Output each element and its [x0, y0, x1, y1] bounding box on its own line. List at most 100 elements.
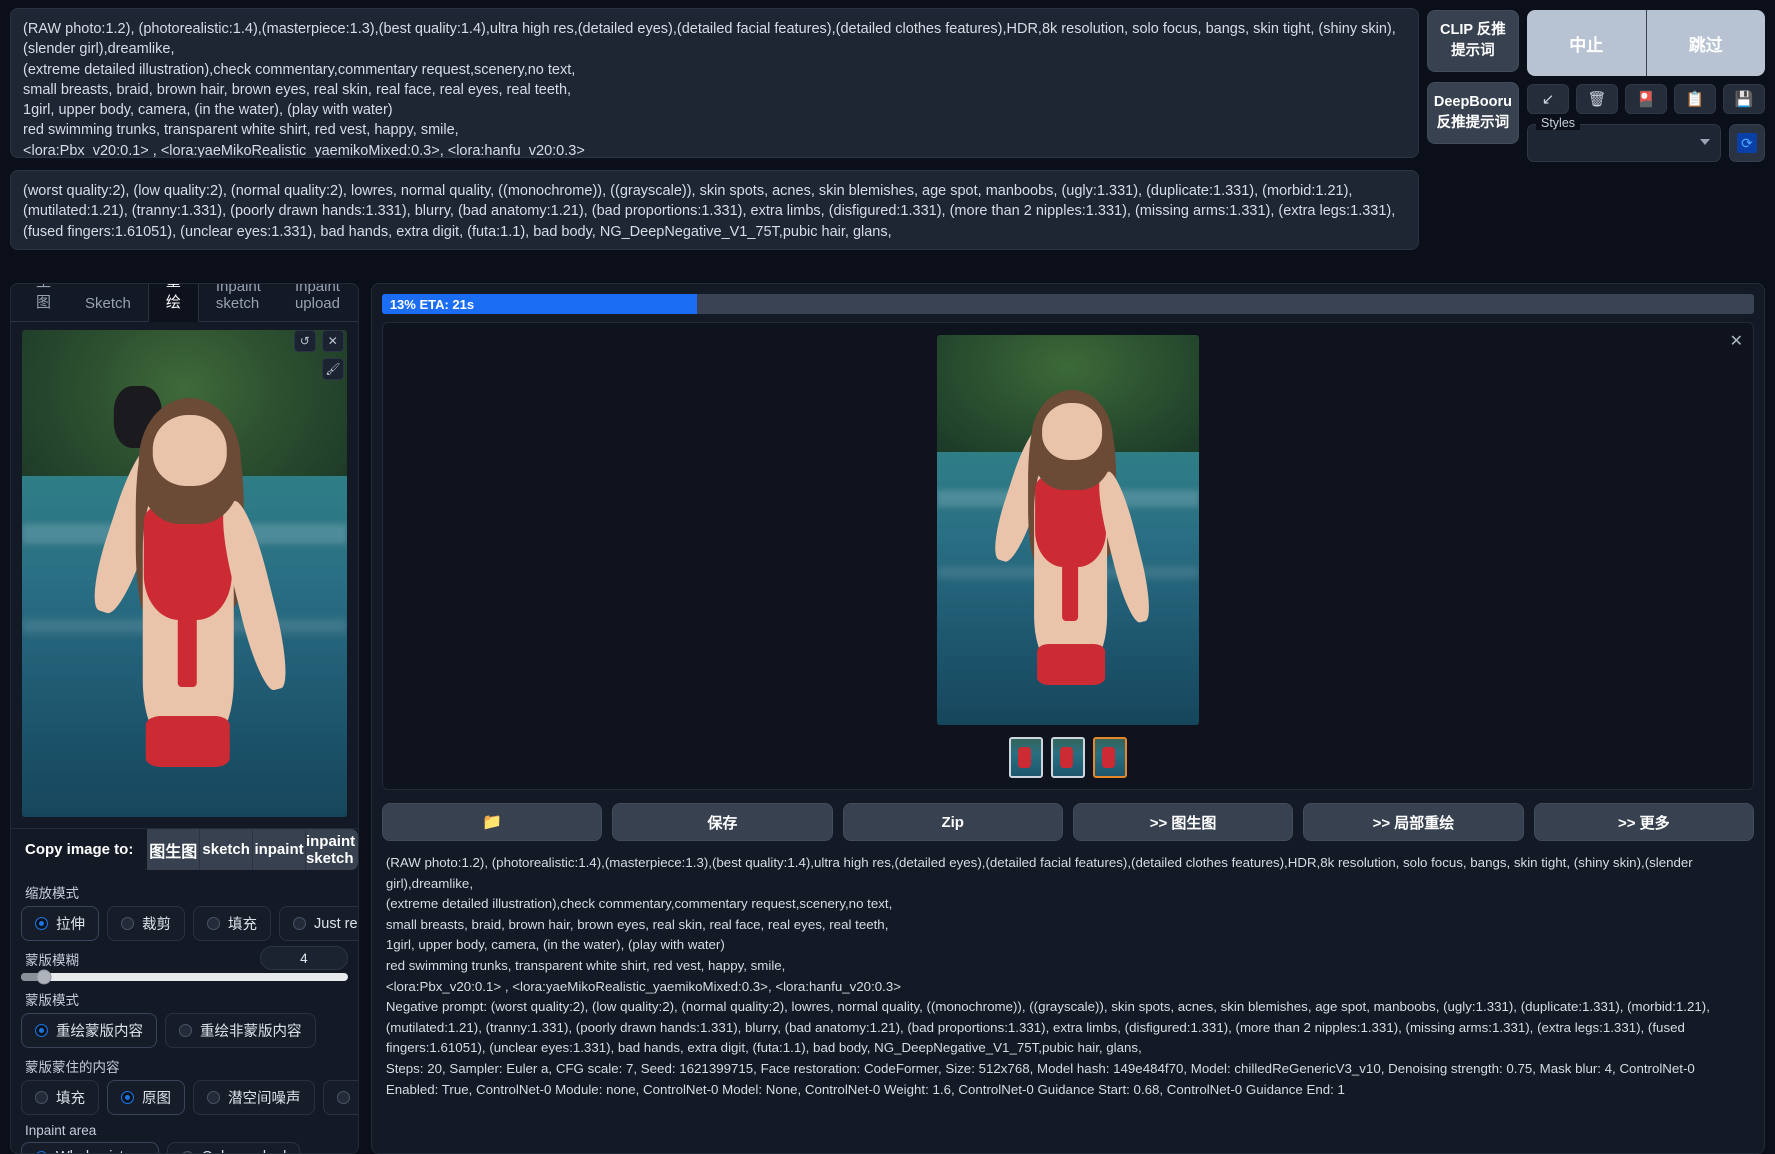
- inpaint-canvas-area[interactable]: ↺ ✕ 🖌: [11, 322, 358, 822]
- thumbnail-preview: [1017, 747, 1031, 768]
- folder-icon: 📁: [482, 814, 502, 831]
- radio-dot-icon: [207, 1091, 220, 1104]
- thumbnail-3[interactable]: [1092, 737, 1127, 778]
- result-image-box: ✕: [381, 322, 1754, 790]
- mask-blur-input[interactable]: 4: [259, 946, 348, 970]
- radio-dot-icon: [35, 1091, 48, 1104]
- deepbooru-interrogate-button[interactable]: DeepBooru 反推提示词: [1426, 82, 1519, 144]
- resize-mode-fill[interactable]: 填充: [193, 906, 271, 941]
- source-image[interactable]: [21, 330, 347, 817]
- resize-mode-latent-upscale[interactable]: Just resize (latent upscale): [279, 906, 358, 941]
- radio-dot-icon: [121, 917, 134, 930]
- masked-content-original-label: 原图: [142, 1091, 171, 1107]
- negative-prompt-textarea[interactable]: (worst quality:2), (low quality:2), (nor…: [10, 170, 1419, 250]
- figure-tie: [1062, 547, 1078, 621]
- resize-mode-crop[interactable]: 裁剪: [107, 906, 185, 941]
- masked-content-original[interactable]: 原图: [107, 1080, 185, 1115]
- figure-head: [152, 414, 227, 487]
- clipboard-icon[interactable]: 📋: [1674, 84, 1716, 114]
- resize-mode-latent-upscale-label: Just resize (latent upscale): [314, 915, 358, 932]
- positive-prompt-textarea[interactable]: (RAW photo:1.2), (photorealistic:1.4),(m…: [10, 8, 1419, 158]
- tab-sketch[interactable]: Sketch: [68, 287, 148, 321]
- progress-bar-fill: 13% ETA: 21s: [381, 294, 698, 314]
- stable-diffusion-webui: (RAW photo:1.2), (photorealistic:1.4),(m…: [0, 0, 1775, 1154]
- mask-mode-inpaint-not-masked[interactable]: 重绘非蒙版内容: [165, 1013, 316, 1048]
- masked-content-latent-nothing[interactable]: 潜空间数值零: [322, 1080, 359, 1115]
- send-to-img2img-button[interactable]: >> 图生图: [1072, 803, 1294, 841]
- tab-img2img[interactable]: 图生图: [19, 284, 68, 321]
- copy-to-img2img-button[interactable]: 图生图: [147, 829, 201, 870]
- refresh-styles-button[interactable]: ⟳: [1729, 124, 1765, 162]
- masked-content-group: 蒙版蒙住的内容 填充 原图 潜空间噪声: [21, 1050, 358, 1115]
- radio-dot-icon: [35, 917, 48, 930]
- styles-dropdown[interactable]: Styles: [1527, 116, 1721, 162]
- refresh-icon: ⟳: [1737, 133, 1757, 153]
- mask-mode-inpaint-masked[interactable]: 重绘蒙版内容: [21, 1013, 157, 1048]
- resize-mode-crop-label: 裁剪: [142, 917, 171, 933]
- restore-progress-icon[interactable]: ↙: [1527, 84, 1569, 114]
- tab-inpaint-upload[interactable]: Inpaint upload: [278, 284, 357, 321]
- prompt-column: (RAW photo:1.2), (photorealistic:1.4),(m…: [10, 8, 1419, 250]
- prompt-tool-icons: ↙ 🗑 🎴 📋 💾: [1527, 84, 1765, 114]
- masked-content-options: 填充 原图 潜空间噪声 潜空间数值零: [21, 1080, 358, 1115]
- mask-blur-label: 蒙版模糊: [25, 953, 79, 968]
- generate-column: 中止 跳过 ↙ 🗑 🎴 📋 💾 Styles ⟳: [1527, 8, 1765, 162]
- close-icon[interactable]: ✕: [321, 330, 344, 352]
- tab-inpaint-sketch[interactable]: Inpaint sketch: [199, 284, 278, 321]
- inpaint-area-whole-picture[interactable]: Whole picture: [21, 1142, 159, 1153]
- save-style-icon[interactable]: 💾: [1723, 84, 1765, 114]
- skip-button[interactable]: 跳过: [1646, 10, 1765, 76]
- interrogate-column: CLIP 反推提示词 DeepBooru 反推提示词: [1426, 8, 1519, 144]
- thumbnail-2[interactable]: [1050, 737, 1085, 778]
- clip-interrogate-button[interactable]: CLIP 反推提示词: [1426, 10, 1519, 72]
- mask-blur-group: 蒙版模糊 4: [21, 943, 348, 985]
- progress-bar: 13% ETA: 21s: [381, 294, 1754, 314]
- radio-dot-icon: [207, 917, 220, 930]
- subject-figure: [84, 385, 295, 817]
- radio-dot-icon: [179, 1024, 192, 1037]
- mask-mode-inpaint-masked-label: 重绘蒙版内容: [56, 1024, 143, 1040]
- radio-dot-icon: [336, 1091, 350, 1104]
- canvas-toolbar-top: ↺ ✕: [293, 330, 344, 352]
- copy-image-to-label: Copy image to:: [25, 841, 134, 858]
- masked-content-latent-nothing-label: 潜空间数值零: [358, 1087, 359, 1108]
- inpaint-area-only-masked[interactable]: Only masked: [166, 1142, 301, 1153]
- info-line: red swimming trunks, transparent white s…: [385, 957, 786, 973]
- mask-mode-label: 蒙版模式: [25, 993, 79, 1008]
- thumbnail-1[interactable]: [1008, 737, 1043, 778]
- thumbnail-preview: [1101, 747, 1115, 768]
- radio-dot-icon: [180, 1150, 194, 1153]
- resize-mode-stretch[interactable]: 拉伸: [21, 906, 99, 941]
- undo-icon[interactable]: ↺: [293, 330, 316, 352]
- mask-blur-slider[interactable]: [21, 969, 348, 985]
- canvas-toolbar: ↺ ✕ 🖌: [293, 330, 344, 380]
- zip-button[interactable]: Zip: [842, 803, 1063, 841]
- save-button[interactable]: 保存: [612, 803, 833, 841]
- tab-batch[interactable]: Batch: [357, 287, 358, 321]
- info-line: (extreme detailed illustration),check co…: [385, 896, 893, 912]
- paintbrush-icon[interactable]: 🎴: [1625, 84, 1667, 114]
- send-to-extras-button[interactable]: >> 更多: [1533, 803, 1754, 841]
- chevron-down-icon: [1700, 139, 1710, 145]
- masked-content-fill[interactable]: 填充: [21, 1080, 99, 1115]
- trash-icon[interactable]: 🗑: [1576, 84, 1618, 114]
- masked-content-latent-noise-label: 潜空间噪声: [228, 1091, 301, 1107]
- resize-mode-label: 缩放模式: [25, 886, 79, 901]
- resize-mode-fill-label: 填充: [228, 917, 257, 933]
- interrupt-button[interactable]: 中止: [1527, 10, 1647, 76]
- inpaint-settings: 缩放模式 拉伸 裁剪 填充 Just re 蒙版模糊 4 蒙版模式 重绘蒙版内容…: [11, 870, 358, 1153]
- prompt-area: (RAW photo:1.2), (photorealistic:1.4),(m…: [0, 0, 1775, 250]
- copy-to-inpaint-button[interactable]: inpaint: [253, 829, 306, 870]
- masked-content-label: 蒙版蒙住的内容: [25, 1060, 120, 1075]
- figure-head: [1042, 403, 1102, 461]
- info-line: (RAW photo:1.2), (photorealistic:1.4),(m…: [385, 855, 1693, 891]
- close-icon[interactable]: ✕: [1730, 331, 1743, 351]
- send-to-inpaint-button[interactable]: >> 局部重绘: [1303, 803, 1524, 841]
- tab-inpaint[interactable]: 局部重绘: [147, 284, 199, 322]
- open-folder-button[interactable]: 📁: [381, 803, 603, 841]
- masked-content-latent-noise[interactable]: 潜空间噪声: [193, 1080, 315, 1115]
- result-image[interactable]: [936, 335, 1199, 725]
- brush-icon[interactable]: 🖌: [321, 358, 344, 380]
- copy-to-sketch-button[interactable]: sketch: [200, 829, 254, 870]
- copy-to-inpaint-sketch-button[interactable]: inpaint sketch: [305, 829, 358, 870]
